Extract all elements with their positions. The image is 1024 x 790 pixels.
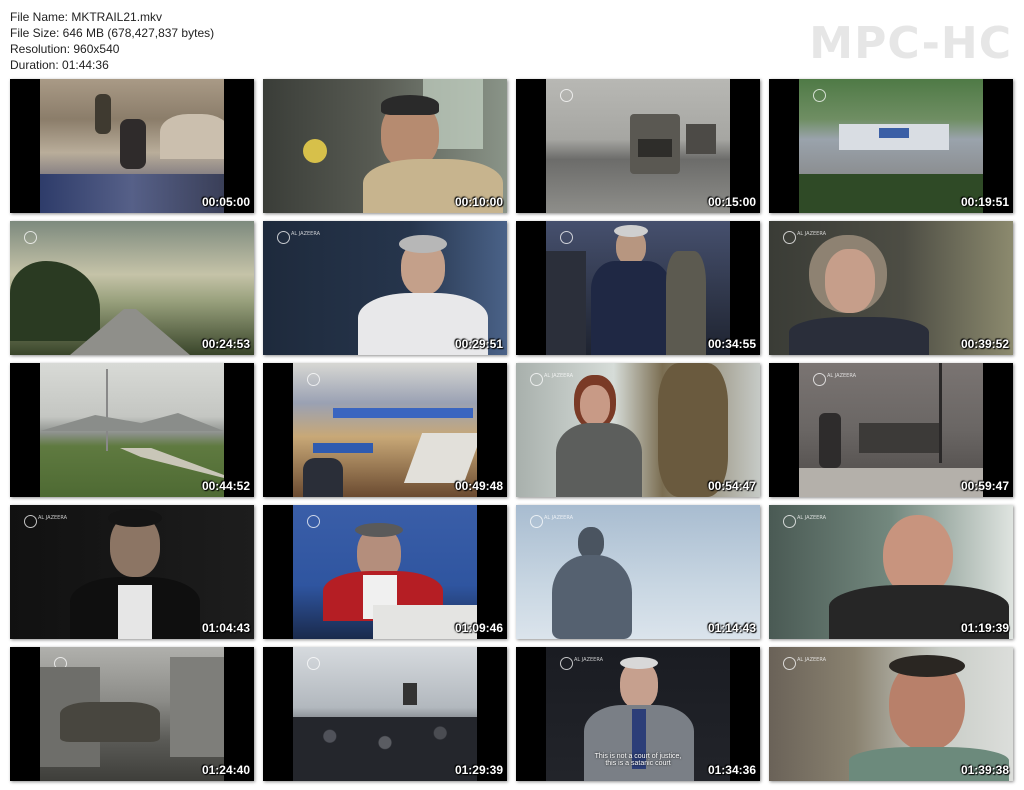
thumbnail[interactable]: AL JAZEERA 01:39:38 — [769, 647, 1013, 781]
thumbnail[interactable]: AL JAZEERA 00:59:47 — [769, 363, 1013, 497]
channel-label: AL JAZEERA — [544, 515, 574, 521]
thumbnail[interactable]: 00:24:53 — [10, 221, 254, 355]
timestamp: 01:04:43 — [201, 621, 250, 635]
channel-label: AL JAZEERA — [574, 657, 604, 663]
timestamp: 00:10:00 — [454, 195, 503, 209]
thumbnail[interactable]: AL JAZEERA 01:04:43 — [10, 505, 254, 639]
thumbnail-image — [293, 647, 477, 781]
thumbnail-image — [263, 79, 507, 213]
channel-logo-icon — [530, 515, 543, 528]
channel-logo-icon — [24, 515, 37, 528]
thumbnail[interactable]: 00:34:55 — [516, 221, 760, 355]
channel-logo-icon — [560, 89, 573, 102]
channel-logo-icon — [307, 657, 320, 670]
timestamp: 00:34:55 — [707, 337, 756, 351]
thumbnail[interactable]: AL JAZEERA 01:19:39 — [769, 505, 1013, 639]
timestamp: 00:15:00 — [707, 195, 756, 209]
channel-label: AL JAZEERA — [827, 373, 857, 379]
channel-label: AL JAZEERA — [38, 515, 68, 521]
timestamp: 00:49:48 — [454, 479, 503, 493]
timestamp: 01:29:39 — [454, 763, 503, 777]
channel-logo-icon — [277, 231, 290, 244]
thumbnail[interactable]: 00:15:00 — [516, 79, 760, 213]
channel-logo-icon — [24, 231, 37, 244]
channel-logo-icon — [813, 373, 826, 386]
thumbnail-image — [799, 79, 983, 213]
channel-label: AL JAZEERA — [797, 231, 827, 237]
thumbnail[interactable]: 00:19:51 — [769, 79, 1013, 213]
thumbnail-image — [40, 363, 224, 497]
timestamp: 01:24:40 — [201, 763, 250, 777]
subtitle-text: This is not a court of justice, this is … — [546, 753, 730, 767]
timestamp: 00:59:47 — [960, 479, 1009, 493]
channel-label: AL JAZEERA — [291, 231, 321, 237]
thumbnail-image — [546, 79, 730, 213]
thumbnail[interactable]: AL JAZEERA 00:39:52 — [769, 221, 1013, 355]
thumbnail-image: AL JAZEERA This is not a court of justic… — [546, 647, 730, 781]
subtitle-line-2: this is a satanic court — [605, 760, 671, 767]
thumbnail-image — [10, 221, 254, 355]
thumbnail[interactable]: 00:49:48 — [263, 363, 507, 497]
channel-logo-icon — [530, 373, 543, 386]
thumbnail[interactable]: 00:44:52 — [10, 363, 254, 497]
timestamp: 00:29:51 — [454, 337, 503, 351]
timestamp: 01:19:39 — [960, 621, 1009, 635]
thumbnail[interactable]: 01:09:46 — [263, 505, 507, 639]
thumbnail[interactable]: 01:24:40 — [10, 647, 254, 781]
channel-logo-icon — [813, 89, 826, 102]
subtitle-line-1: This is not a court of justice, — [594, 753, 682, 760]
timestamp: 00:44:52 — [201, 479, 250, 493]
channel-label: AL JAZEERA — [797, 657, 827, 663]
timestamp: 01:34:36 — [707, 763, 756, 777]
thumbnail[interactable]: AL JAZEERA 00:29:51 — [263, 221, 507, 355]
thumbnail-image: AL JAZEERA — [263, 221, 507, 355]
channel-logo-icon — [307, 515, 320, 528]
thumbnail[interactable]: 00:10:00 — [263, 79, 507, 213]
thumbnail-image: AL JAZEERA — [769, 505, 1013, 639]
timestamp: 00:24:53 — [201, 337, 250, 351]
thumbnail[interactable]: 00:05:00 — [10, 79, 254, 213]
thumbnail-image — [293, 505, 477, 639]
thumbnail-image: AL JAZEERA — [516, 505, 760, 639]
timestamp: 00:19:51 — [960, 195, 1009, 209]
thumbnail[interactable]: AL JAZEERA 00:54:47 — [516, 363, 760, 497]
timestamp: 00:05:00 — [201, 195, 250, 209]
thumbnail-image: AL JAZEERA — [516, 363, 760, 497]
thumbnail-image — [546, 221, 730, 355]
channel-label: AL JAZEERA — [797, 515, 827, 521]
channel-logo-icon — [560, 657, 573, 670]
channel-logo-icon — [783, 515, 796, 528]
thumbnail-image: AL JAZEERA — [769, 647, 1013, 781]
timestamp: 01:39:38 — [960, 763, 1009, 777]
timestamp: 00:39:52 — [960, 337, 1009, 351]
channel-logo-icon — [783, 231, 796, 244]
thumbnail[interactable]: AL JAZEERA This is not a court of justic… — [516, 647, 760, 781]
channel-logo-icon — [307, 373, 320, 386]
thumbnail[interactable]: 01:29:39 — [263, 647, 507, 781]
channel-logo-icon — [560, 231, 573, 244]
thumbnail-image: AL JAZEERA — [799, 363, 983, 497]
channel-label: AL JAZEERA — [544, 373, 574, 379]
timestamp: 00:54:47 — [707, 479, 756, 493]
timestamp: 01:14:43 — [707, 621, 756, 635]
thumbnail-image — [293, 363, 477, 497]
channel-logo-icon — [783, 657, 796, 670]
thumbnail-image — [40, 647, 224, 781]
thumbnail[interactable]: AL JAZEERA 01:14:43 — [516, 505, 760, 639]
thumbnail-image: AL JAZEERA — [769, 221, 1013, 355]
thumbnail-image — [40, 79, 224, 213]
timestamp: 01:09:46 — [454, 621, 503, 635]
thumbnail-grid: 00:05:00 00:10:00 00:15:00 00:19:51 00:2… — [0, 0, 1024, 790]
thumbnail-image: AL JAZEERA — [10, 505, 254, 639]
